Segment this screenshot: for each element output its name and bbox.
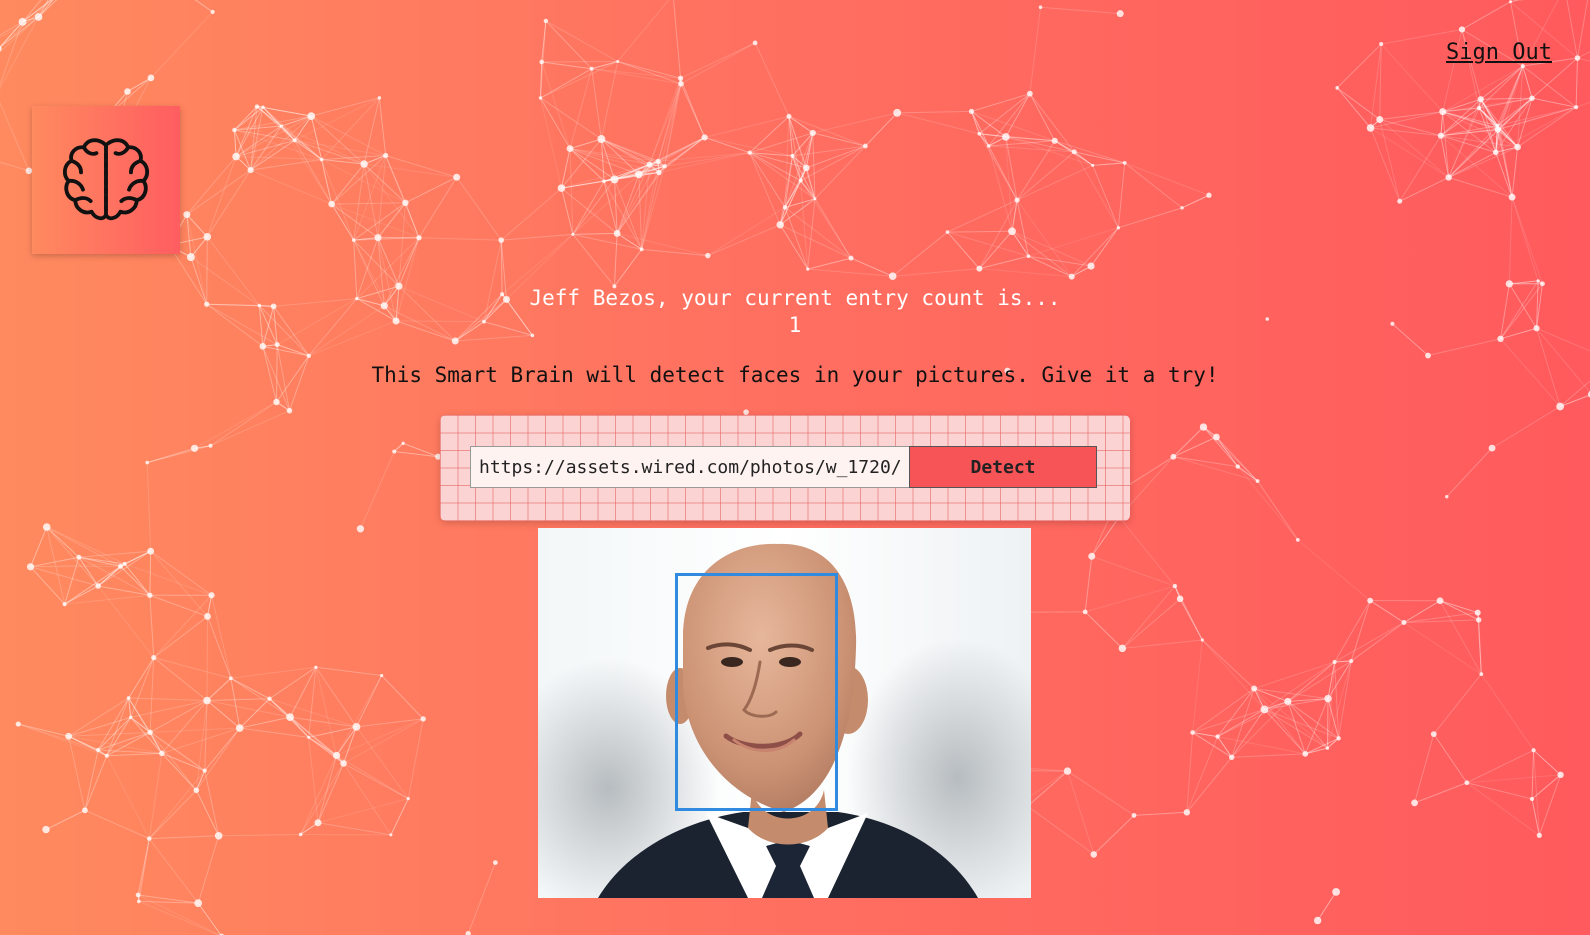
app-logo[interactable] bbox=[32, 106, 180, 254]
face-bounding-box bbox=[675, 573, 838, 811]
intro-text: This Smart Brain will detect faces in yo… bbox=[371, 363, 1219, 387]
sign-out-link[interactable]: Sign Out bbox=[1446, 40, 1552, 65]
image-link-form: Detect bbox=[440, 415, 1130, 521]
entry-count-value: 1 bbox=[788, 313, 802, 337]
input-image bbox=[538, 528, 1031, 898]
detect-button[interactable]: Detect bbox=[909, 446, 1097, 488]
image-url-input[interactable] bbox=[470, 446, 910, 488]
entry-count-message: Jeff Bezos, your current entry count is.… bbox=[529, 286, 1061, 310]
brain-icon bbox=[62, 138, 150, 221]
entry-count-section: Jeff Bezos, your current entry count is.… bbox=[0, 285, 1590, 339]
